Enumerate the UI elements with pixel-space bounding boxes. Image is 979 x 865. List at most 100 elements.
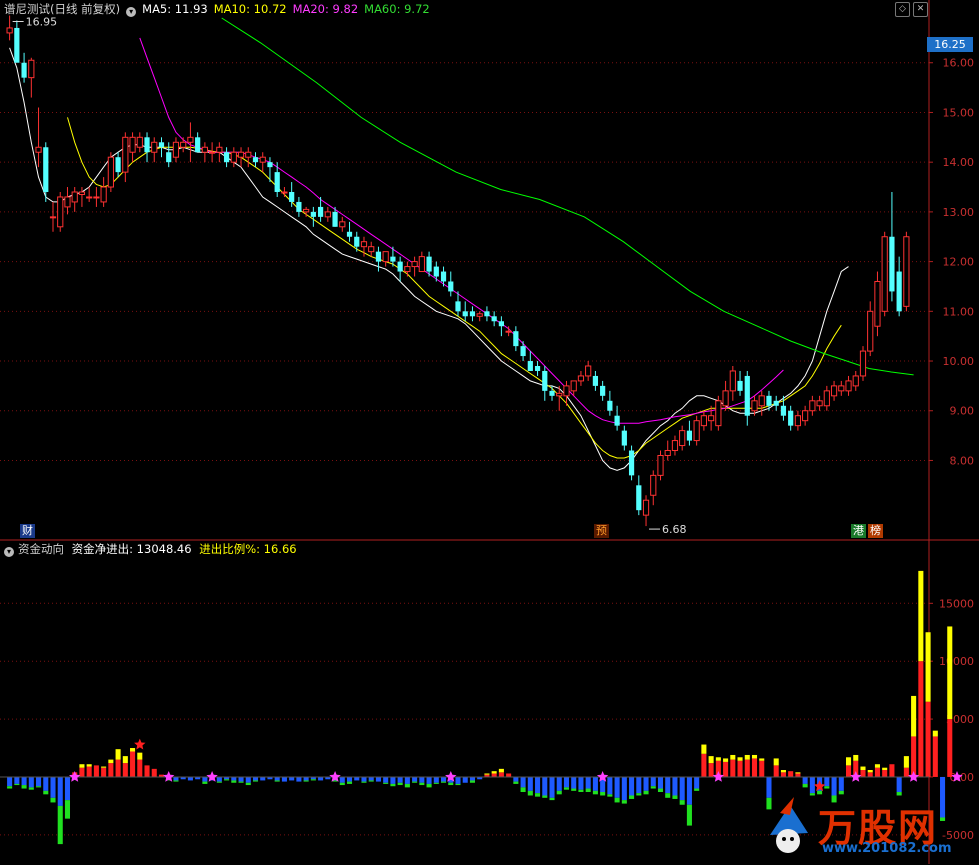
flow-bar-neg <box>838 776 844 791</box>
flow-bar-neg <box>469 776 475 781</box>
flow-bar-pos <box>918 661 924 777</box>
candle-body-down <box>14 27 20 63</box>
tag-bang[interactable]: 榜 <box>868 524 883 538</box>
candle-body-up <box>585 365 592 377</box>
flow-bar-neg-bottom <box>665 793 671 798</box>
flow-bar-pos <box>925 701 931 777</box>
candle-body-down <box>448 281 454 292</box>
flow-bar-neg <box>831 776 837 796</box>
candle-body-up <box>28 59 35 79</box>
flow-bar-neg-bottom <box>621 800 627 804</box>
chevron-down-icon[interactable]: ▾ <box>126 7 137 17</box>
candle-body-up <box>93 196 100 199</box>
flow-bar-neg-bottom <box>527 790 533 796</box>
candle-body-down <box>455 301 461 312</box>
candle-body-down <box>527 361 533 371</box>
flow-bar-pos <box>144 765 150 777</box>
candle-body-down <box>773 400 779 406</box>
candle-body-up <box>324 211 331 218</box>
flow-bar-neg <box>231 776 237 781</box>
candle-body-down <box>491 316 497 322</box>
tag-gang[interactable]: 港 <box>851 524 866 538</box>
flow-bar-pos <box>780 772 786 777</box>
flow-bar-neg-bottom <box>274 780 280 782</box>
flow-bar-pos-top <box>86 764 92 767</box>
candle-body-down <box>332 211 338 227</box>
flow-bar-pos <box>744 759 750 777</box>
candle-body-up <box>57 196 64 228</box>
candle-body-down <box>534 366 541 371</box>
candle-body-up <box>100 186 107 203</box>
ma20-value: MA20: 9.82 <box>292 2 359 16</box>
flow-bar-pos-top <box>795 772 801 774</box>
flow-bar-pos-top <box>708 756 714 764</box>
candle-body-up <box>151 141 158 153</box>
flow-bar-neg-bottom <box>339 782 345 786</box>
flow-bar-pos-top <box>137 752 143 760</box>
flow-bar-neg-bottom <box>585 788 591 793</box>
flow-bar-pos <box>911 736 917 777</box>
flow-bar-neg <box>462 776 468 783</box>
candle-body-down <box>889 236 895 292</box>
candle-body-up <box>794 415 802 427</box>
candle-body-up <box>129 136 136 153</box>
net-flow-value: 资金净进出: 13048.46 <box>71 542 192 556</box>
flow-bar-neg <box>679 776 685 801</box>
flow-bar-pos <box>708 763 714 777</box>
flow-bar-neg-bottom <box>419 782 425 786</box>
flow-bar-pos-top <box>874 764 880 768</box>
flow-bar-pos-top <box>730 754 736 760</box>
tag-cai[interactable]: 财 <box>20 524 35 538</box>
flow-bar-pos-top <box>701 744 707 754</box>
chevron-down-icon[interactable]: ▾ <box>4 547 14 557</box>
candle-body-down <box>296 201 302 212</box>
candle-body-down <box>346 231 353 237</box>
flow-bar-neg <box>665 776 671 794</box>
flow-bar-pos <box>932 736 938 777</box>
flow-bar-neg <box>245 776 251 783</box>
flow-bar-pos <box>491 773 497 777</box>
candle-body-down <box>390 256 396 262</box>
flow-bar-pos-top <box>845 757 852 766</box>
indicator-name[interactable]: 资金动向 <box>18 542 64 556</box>
flow-bar-neg <box>368 776 374 781</box>
flow-bar-pos <box>773 765 779 777</box>
candle-body-up <box>874 280 881 327</box>
flow-bar-pos-top <box>925 632 931 702</box>
tag-yu[interactable]: 预 <box>594 524 609 538</box>
price-tick-label: 15.00 <box>943 106 975 119</box>
flow-bar-neg-bottom <box>556 790 562 795</box>
candle-body-up <box>556 392 563 397</box>
close-icon[interactable]: ✕ <box>913 2 928 17</box>
candle-body-down <box>317 206 324 217</box>
candle-body-up <box>758 395 765 407</box>
flow-bar-pos-top <box>744 754 750 760</box>
candle-body-up <box>570 380 577 392</box>
candle-body-up <box>671 440 679 452</box>
candle-body-up <box>404 266 411 273</box>
candle-body-down <box>252 157 259 163</box>
flow-bar-neg-bottom <box>686 804 692 826</box>
flow-bar-neg <box>187 776 193 781</box>
flow-bar-neg-bottom <box>542 795 548 798</box>
flow-bar-neg <box>303 776 309 781</box>
flow-bar-neg-bottom <box>216 781 222 783</box>
candle-body-up <box>642 499 650 516</box>
flow-bar-pos <box>137 759 143 777</box>
flow-bar-pos <box>882 770 888 777</box>
flow-bar-neg-bottom <box>426 783 432 788</box>
flow-bar-pos-top <box>860 766 866 771</box>
candle-body-down <box>780 405 787 416</box>
flow-bar-neg <box>36 776 42 787</box>
settings-icon[interactable]: ◇ <box>895 2 910 17</box>
flow-bar-neg-bottom <box>513 781 519 784</box>
flow-bar-pos-top <box>498 768 504 773</box>
candle-body-up <box>838 385 845 392</box>
flow-bar-neg <box>50 776 56 798</box>
stock-title[interactable]: 谱尼测试(日线 前复权) <box>4 2 120 16</box>
flow-bar-neg-bottom <box>802 783 808 788</box>
flow-bar-neg <box>809 776 815 794</box>
candle-body-down <box>737 380 743 391</box>
candle-body-up <box>172 141 180 158</box>
candle-body-up <box>187 136 194 143</box>
